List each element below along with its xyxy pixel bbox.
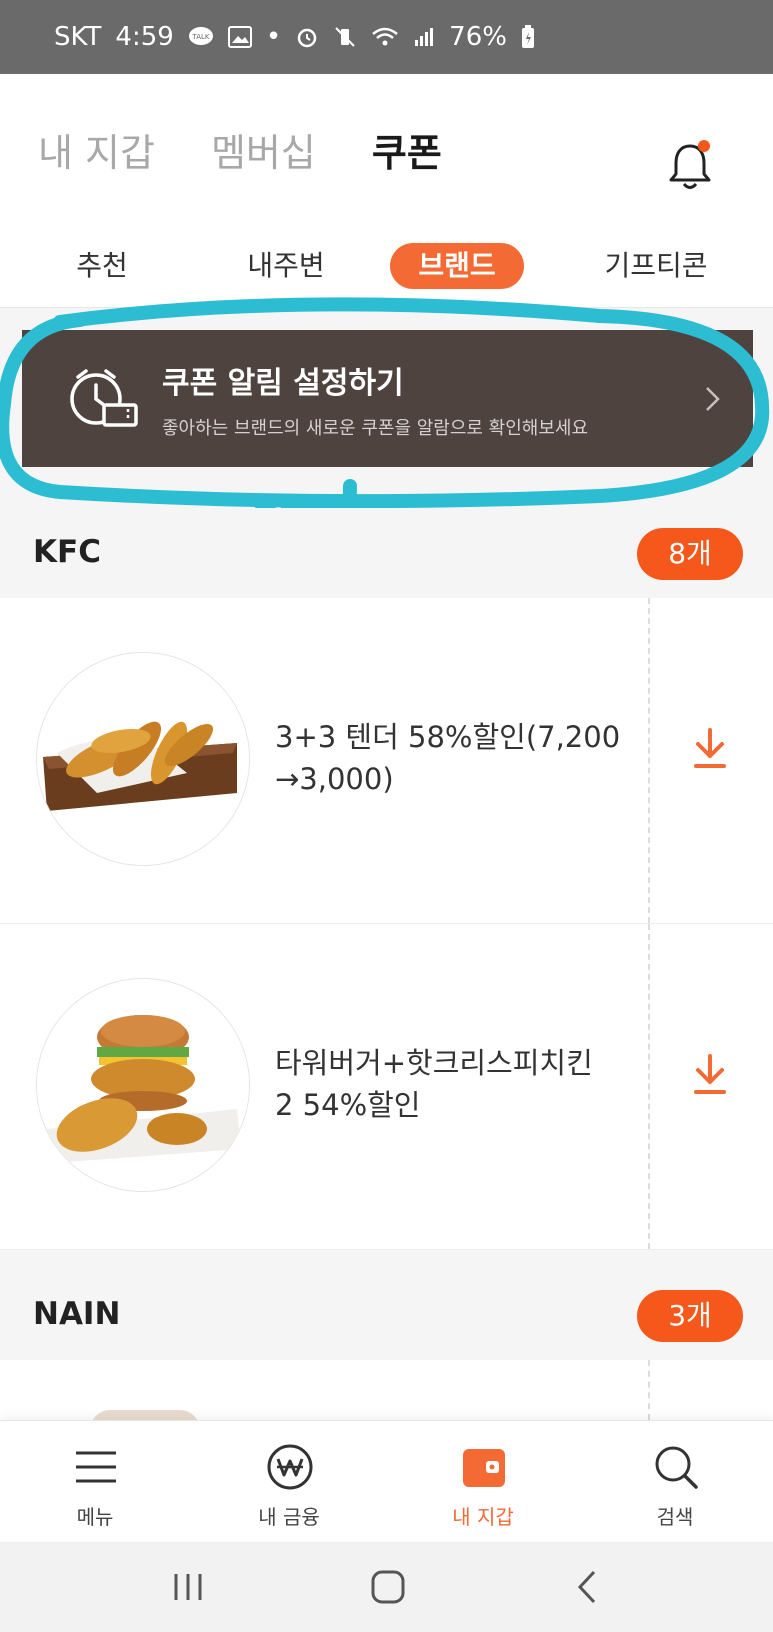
nav-menu[interactable]: 메뉴 [0,1421,190,1543]
bottom-navigation: 메뉴 내 금융 내 지갑 검색 [0,1420,773,1542]
download-icon[interactable] [690,724,730,774]
coupon-count-badge[interactable]: 8개 [637,528,743,580]
dot-icon: • [265,22,282,52]
nav-wallet[interactable]: 내 지갑 [388,1421,578,1543]
subtab-nearby[interactable]: 내주변 [226,243,346,289]
nav-finance[interactable]: 내 금융 [194,1421,384,1543]
search-icon [652,1443,700,1491]
tab-coupon[interactable]: 쿠폰 [372,122,442,177]
won-circle-icon [266,1443,314,1491]
tender-chicken-image [36,652,250,866]
carrier-label: SKT [54,22,102,52]
coupon-row[interactable]: 3+3 텐더 58%할인(7,200 →3,000) [0,598,773,924]
nav-label: 내 지갑 [452,1505,514,1529]
sub-tab-bar: 추천 내주변 브랜드 기프티콘 [0,232,773,300]
coupon-title-line: 2 54%할인 [275,1088,421,1122]
kakaotalk-notification-icon: TALK [188,26,214,48]
tab-membership[interactable]: 멤버십 [211,122,316,177]
system-navigation-bar [0,1542,773,1632]
signal-icon [413,26,435,48]
vibrate-mute-icon [333,25,357,49]
tab-my-wallet[interactable]: 내 지갑 [38,122,155,177]
banner-subtitle: 좋아하는 브랜드의 새로운 쿠폰을 알람으로 확인해보세요 [162,417,589,439]
coupon-row-partial[interactable] [0,1360,773,1430]
subtab-brand[interactable]: 브랜드 [390,243,524,289]
nav-label: 내 금융 [258,1505,320,1529]
status-bar: SKT 4:59 TALK • 76% [0,0,773,74]
alarm-clock-coupon-icon [64,361,140,437]
brand-name: KFC [33,534,101,570]
dashed-divider [648,1360,650,1420]
gallery-notification-icon [227,26,252,48]
nav-label: 검색 [656,1505,694,1529]
subtab-gifticon[interactable]: 기프티콘 [586,243,726,289]
wallet-icon [460,1443,508,1491]
banner-texts: 쿠폰 알림 설정하기 좋아하는 브랜드의 새로운 쿠폰을 알람으로 확인해보세요 [162,358,703,440]
chevron-right-icon [703,384,723,414]
coupon-title: 3+3 텐더 58%할인(7,200 →3,000) [275,716,635,800]
clock: 4:59 [115,22,174,52]
back-icon[interactable] [568,1566,612,1608]
brand-section-header[interactable]: NAIN 3개 [0,1270,773,1360]
wifi-icon [371,26,399,48]
nav-label: 메뉴 [76,1505,114,1529]
top-tab-bar: 내 지갑 멤버십 쿠폰 [0,74,773,224]
svg-text:TALK: TALK [191,33,209,41]
coupon-title-line: →3,000) [275,762,394,796]
tower-burger-chicken-image [36,978,250,1192]
battery-icon [521,25,535,49]
dashed-divider [648,924,650,1249]
alarm-icon [295,25,319,49]
brand-section-header[interactable]: KFC 8개 [0,508,773,598]
coupon-title-line: 타워버거+핫크리스피치킨 [275,1046,593,1080]
brand-name: NAIN [33,1296,121,1332]
recent-apps-icon[interactable] [166,1566,210,1608]
coupon-title-line: 3+3 텐더 58%할인(7,200 [275,720,621,754]
hamburger-menu-icon [72,1443,120,1491]
coupon-row[interactable]: 타워버거+핫크리스피치킨 2 54%할인 [0,924,773,1250]
banner-title: 쿠폰 알림 설정하기 [162,365,404,401]
home-icon[interactable] [366,1566,410,1608]
download-icon[interactable] [690,1050,730,1100]
coupon-alert-banner[interactable]: 쿠폰 알림 설정하기 좋아하는 브랜드의 새로운 쿠폰을 알람으로 확인해보세요 [22,330,753,467]
battery-percent: 76% [449,22,507,52]
dashed-divider [648,598,650,923]
coupon-count-badge[interactable]: 3개 [637,1290,743,1342]
notification-bell-icon[interactable] [665,138,715,194]
coupon-title: 타워버거+핫크리스피치킨 2 54%할인 [275,1042,635,1126]
nav-search[interactable]: 검색 [580,1421,770,1543]
subtab-recommend[interactable]: 추천 [54,243,150,289]
